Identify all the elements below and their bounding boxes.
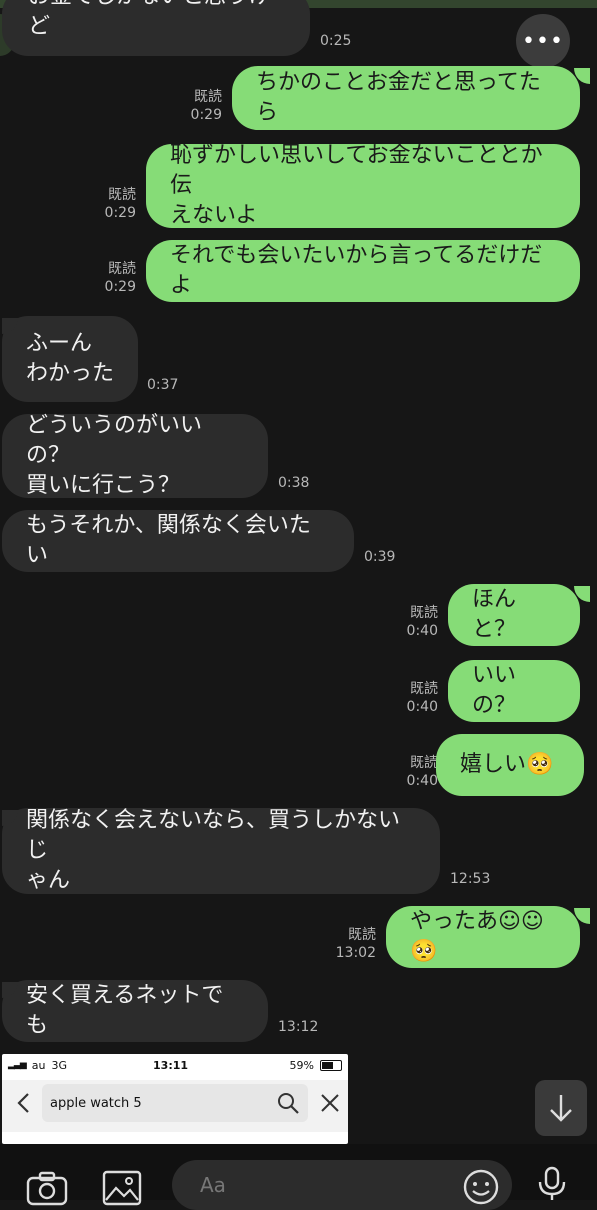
message-text: ほんと？ bbox=[472, 587, 517, 642]
message-bubble-incoming: もうそれか、関係なく会いたい bbox=[2, 510, 354, 572]
screenshot-search-field: apple watch 5 bbox=[42, 1084, 308, 1122]
message-bubble-incoming: お金でしかないと思うけど bbox=[2, 0, 310, 56]
message-bubble-outgoing: 嬉しい🥺 bbox=[436, 734, 584, 796]
message-bubble-outgoing: いいの？ bbox=[448, 660, 580, 722]
camera-icon[interactable] bbox=[26, 1170, 68, 1206]
message-bubble-incoming: ふーん わかった bbox=[2, 316, 138, 402]
read-label: 既読 bbox=[108, 187, 136, 203]
message-bubble-incoming: 安く買えるネットでも bbox=[2, 980, 268, 1042]
message-text: ふーん わかった bbox=[26, 331, 115, 386]
message-time: 13:12 bbox=[278, 1019, 319, 1035]
search-icon bbox=[278, 1093, 299, 1114]
read-receipt: 既読 0:40 bbox=[396, 604, 438, 640]
battery-percent: 59% bbox=[289, 1058, 314, 1072]
message-text: やったあ☺☺🥺 bbox=[410, 909, 544, 964]
read-receipt: 既読 0:40 bbox=[396, 754, 438, 790]
message-text: 安く買えるネットでも bbox=[26, 983, 224, 1038]
read-label: 既読 bbox=[194, 89, 222, 105]
message-text: お金でしかないと思うけど bbox=[28, 0, 270, 39]
message-time: 0:37 bbox=[147, 377, 179, 393]
read-receipt: 既読 0:29 bbox=[94, 186, 136, 222]
read-label: 既読 bbox=[410, 605, 438, 621]
message-text: もうそれか、関係なく会いたい bbox=[26, 513, 311, 568]
message-time: 12:53 bbox=[450, 871, 491, 887]
screenshot-status-bar: ▂▃▅ au 3G 13:11 59% bbox=[2, 1054, 348, 1076]
message-time: 0:29 bbox=[104, 279, 136, 295]
more-options-button[interactable]: ••• bbox=[516, 14, 570, 68]
arrow-down-icon bbox=[550, 1095, 572, 1122]
read-label: 既読 bbox=[108, 261, 136, 277]
back-chevron-icon bbox=[17, 1093, 29, 1113]
shared-screenshot-image[interactable]: ▂▃▅ au 3G 13:11 59% apple watch 5 bbox=[2, 1054, 348, 1144]
emoji-icon[interactable] bbox=[462, 1168, 500, 1206]
message-text: 嬉しい🥺 bbox=[460, 752, 554, 777]
message-time: 13:02 bbox=[335, 945, 376, 961]
message-time: 0:25 bbox=[320, 33, 352, 49]
read-label: 既読 bbox=[348, 927, 376, 943]
read-label: 既読 bbox=[410, 755, 438, 771]
microphone-icon[interactable] bbox=[536, 1166, 568, 1200]
message-time: 0:29 bbox=[104, 205, 136, 221]
read-receipt: 既読 0:29 bbox=[94, 260, 136, 296]
close-icon bbox=[321, 1094, 339, 1112]
message-time: 0:40 bbox=[406, 623, 438, 639]
message-bubble-outgoing: ちかのことお金だと思ってたら bbox=[232, 66, 580, 130]
message-bubble-outgoing: やったあ☺☺🥺 bbox=[386, 906, 580, 968]
scroll-to-bottom-button[interactable] bbox=[535, 1080, 587, 1136]
message-bubble-outgoing: ほんと？ bbox=[448, 584, 580, 646]
read-receipt: 既読 0:29 bbox=[180, 88, 222, 124]
signal-icon: ▂▃▅ bbox=[8, 1060, 27, 1070]
message-bubble-outgoing: それでも会いたいから言ってるだけだよ bbox=[146, 240, 580, 302]
clock-label: 13:11 bbox=[153, 1058, 189, 1072]
read-label: 既読 bbox=[410, 681, 438, 697]
battery-icon bbox=[320, 1059, 342, 1071]
message-text: いいの？ bbox=[472, 663, 517, 718]
message-bubble-incoming: 関係なく会えないなら、買うしかないじ ゃん bbox=[2, 808, 440, 894]
message-text: ちかのことお金だと思ってたら bbox=[256, 70, 541, 125]
message-input[interactable]: Aa bbox=[172, 1160, 512, 1210]
message-bubble-outgoing: 恥ずかしい思いしてお金ないこととか伝 えないよ bbox=[146, 143, 580, 228]
message-time: 0:40 bbox=[406, 699, 438, 715]
search-text: apple watch 5 bbox=[50, 1095, 142, 1111]
message-time: 0:29 bbox=[190, 107, 222, 123]
message-time: 0:39 bbox=[364, 549, 396, 565]
message-text: 恥ずかしい思いしてお金ないこととか伝 えないよ bbox=[170, 143, 543, 228]
image-icon[interactable] bbox=[102, 1170, 142, 1206]
input-placeholder: Aa bbox=[200, 1173, 226, 1197]
message-time: 0:38 bbox=[278, 475, 310, 491]
message-text: それでも会いたいから言ってるだけだよ bbox=[170, 243, 543, 298]
message-bubble-incoming: どういうのがいいの？ 買いに行こう？ bbox=[2, 413, 268, 498]
message-text: 関係なく会えないなら、買うしかないじ ゃん bbox=[26, 808, 401, 893]
read-receipt: 既読 13:02 bbox=[334, 926, 376, 962]
message-time: 0:40 bbox=[406, 773, 438, 789]
carrier-label: au bbox=[31, 1058, 46, 1072]
message-text: どういうのがいいの？ 買いに行こう？ bbox=[26, 413, 203, 498]
network-label: 3G bbox=[51, 1058, 68, 1072]
read-receipt: 既読 0:40 bbox=[396, 680, 438, 716]
